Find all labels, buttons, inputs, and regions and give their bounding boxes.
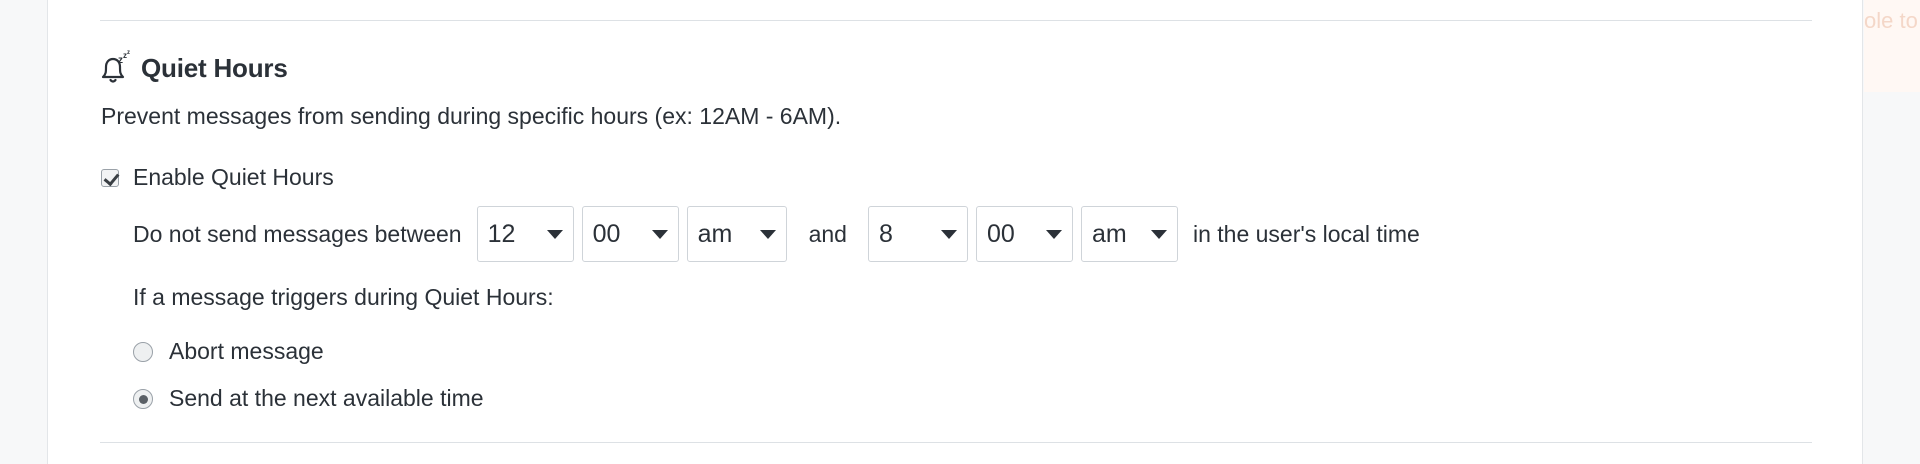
schedule-connector: and — [808, 220, 847, 247]
chevron-down-icon — [651, 229, 668, 239]
end-hour-select[interactable]: 8 — [867, 206, 968, 262]
chevron-down-icon — [1045, 229, 1062, 239]
quiet-hours-bell-icon: z z z — [99, 48, 131, 88]
section-title: Quiet Hours — [141, 52, 288, 83]
abort-message-radio[interactable] — [133, 341, 153, 362]
send-next-available-option[interactable]: Send at the next available time — [133, 385, 484, 412]
end-minute-select[interactable]: 00 — [975, 206, 1073, 262]
end-hour-value: 8 — [878, 219, 893, 248]
send-next-available-radio[interactable] — [133, 388, 153, 409]
start-ampm-select[interactable]: am — [686, 206, 787, 262]
section-description: Prevent messages from sending during spe… — [101, 103, 842, 129]
chevron-down-icon — [940, 229, 957, 239]
start-hour-value: 12 — [487, 219, 516, 248]
enable-quiet-hours[interactable]: Enable Quiet Hours — [101, 164, 334, 191]
offscreen-tooltip: ole to — [1864, 0, 1920, 92]
start-minute-value: 00 — [592, 219, 621, 248]
start-hour-select[interactable]: 12 — [476, 206, 574, 262]
bottom-divider — [100, 442, 1812, 443]
send-next-available-label: Send at the next available time — [169, 385, 484, 411]
enable-quiet-hours-checkbox[interactable] — [101, 168, 119, 187]
chevron-down-icon — [1150, 229, 1167, 239]
chevron-down-icon — [546, 229, 563, 239]
start-ampm-value: am — [697, 219, 733, 248]
chevron-down-icon — [759, 229, 776, 239]
offscreen-tooltip-text: ole to — [1864, 8, 1918, 33]
section-header: z z z Quiet Hours — [99, 48, 288, 88]
end-ampm-select[interactable]: am — [1080, 206, 1178, 262]
svg-text:z: z — [127, 50, 130, 56]
abort-message-label: Abort message — [169, 338, 324, 364]
start-minute-select[interactable]: 00 — [581, 206, 679, 262]
trigger-label: If a message triggers during Quiet Hours… — [133, 284, 554, 310]
top-divider — [100, 20, 1812, 21]
end-ampm-value: am — [1091, 219, 1127, 248]
enable-quiet-hours-label: Enable Quiet Hours — [133, 164, 334, 190]
schedule-prefix: Do not send messages between — [133, 220, 462, 247]
quiet-hours-schedule: Do not send messages between 12 00 am an… — [133, 206, 1420, 262]
schedule-suffix: in the user's local time — [1192, 220, 1420, 247]
end-minute-value: 00 — [986, 219, 1015, 248]
abort-message-option[interactable]: Abort message — [133, 338, 324, 365]
